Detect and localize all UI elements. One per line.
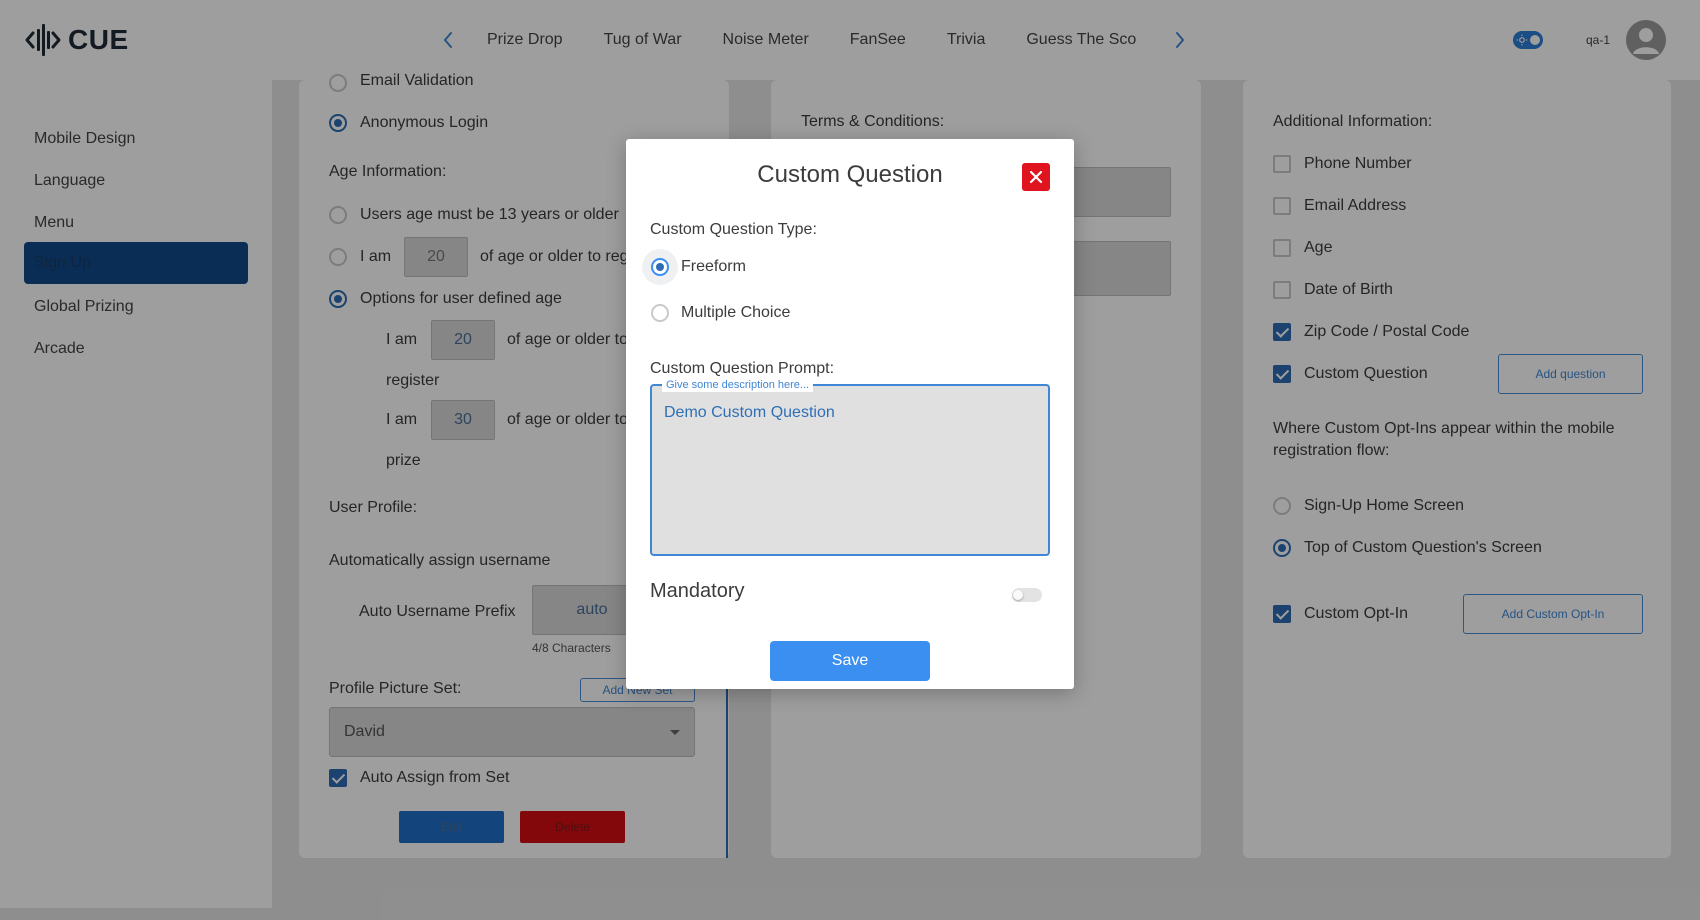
- prompt-value: Demo Custom Question: [664, 404, 835, 421]
- close-icon: [1029, 170, 1043, 184]
- mandatory-label: Mandatory: [650, 580, 745, 602]
- freeform-radio[interactable]: [651, 258, 669, 276]
- prompt-textarea[interactable]: Give some description here... Demo Custo…: [650, 378, 1050, 556]
- modal-title: Custom Question: [757, 161, 943, 188]
- mandatory-toggle[interactable]: [1012, 588, 1042, 602]
- save-button-label: Save: [831, 652, 869, 669]
- prompt-label: Custom Question Prompt:: [650, 360, 835, 377]
- freeform-label: Freeform: [681, 258, 746, 275]
- prompt-placeholder: Give some description here...: [662, 378, 814, 392]
- question-type-label: Custom Question Type:: [650, 221, 817, 238]
- save-button[interactable]: Save: [770, 641, 930, 681]
- close-button[interactable]: [1022, 163, 1050, 191]
- multiple-choice-radio[interactable]: [651, 304, 669, 322]
- mandatory-toggle-knob: [1013, 590, 1023, 600]
- custom-question-modal: Custom Question Custom Question Type: Fr…: [626, 139, 1074, 689]
- multiple-choice-label: Multiple Choice: [681, 304, 791, 321]
